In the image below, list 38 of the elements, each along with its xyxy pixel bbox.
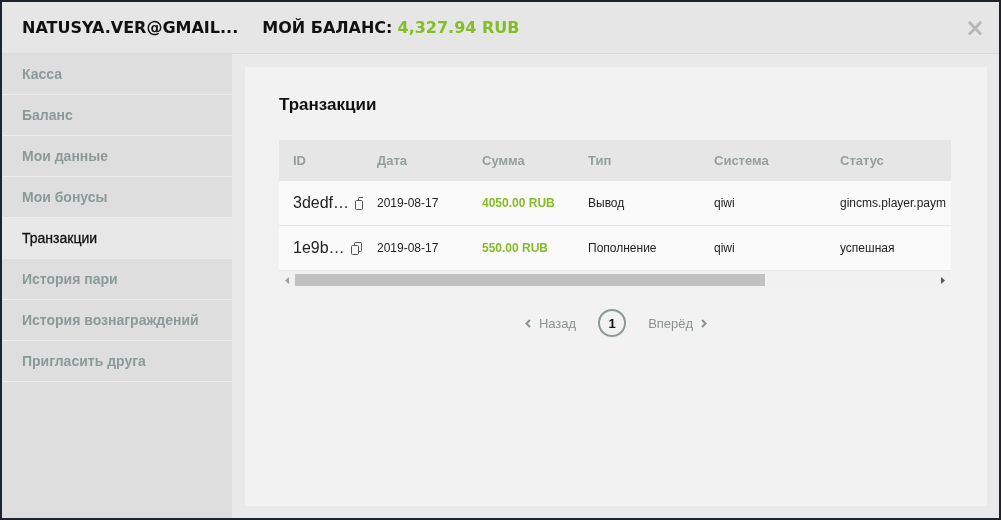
copy-icon[interactable]	[355, 196, 363, 210]
table-cell: 2019-08-17	[363, 181, 468, 226]
page-button[interactable]: 1	[598, 309, 627, 337]
table-cell: qiwi	[700, 225, 826, 271]
sidebar-item[interactable]: Транзакции	[2, 218, 232, 259]
scroll-right-icon[interactable]	[941, 276, 945, 284]
column-header: ID	[279, 140, 363, 181]
table-cell: 1e9b…	[293, 239, 345, 257]
table-cell: 550.00 RUB	[468, 225, 574, 271]
table-cell: 3dedf…	[293, 194, 350, 212]
table-cell: Пополнение	[574, 225, 700, 271]
table-cell: успешная	[826, 225, 951, 271]
sidebar-item[interactable]: Пригласить друга	[2, 341, 232, 382]
column-header: Статус	[826, 140, 951, 181]
user-email: NATUSYA.VER@GMAIL...	[22, 18, 239, 37]
sidebar-item[interactable]: История вознаграждений	[2, 300, 232, 341]
balance-amount: 4,327.94 RUB	[397, 18, 520, 37]
balance-label: МОЙ БАЛАНС:	[262, 18, 393, 37]
table-cell: Вывод	[574, 181, 700, 226]
page-title: Транзакции	[279, 95, 378, 115]
chevron-left-icon	[524, 318, 531, 328]
table-cell: gincms.player.paym	[826, 181, 951, 226]
previous-link[interactable]: Назад	[524, 315, 577, 331]
sidebar-item[interactable]: Касса	[2, 54, 232, 95]
close-button[interactable]: ×	[960, 13, 989, 42]
table-cell: 2019-08-17	[363, 225, 468, 271]
column-header: Тип	[574, 140, 700, 181]
column-header: Система	[700, 140, 826, 181]
sidebar-item[interactable]: История пари	[2, 259, 232, 300]
column-header: Сумма	[468, 140, 574, 181]
sidebar-item[interactable]: Мои данные	[2, 136, 232, 177]
next-link[interactable]: Вперёд	[648, 315, 708, 331]
copy-icon[interactable]	[350, 241, 362, 255]
column-header: Дата	[363, 140, 468, 181]
table-cell: qiwi	[700, 181, 826, 226]
chevron-right-icon	[701, 318, 708, 328]
table-cell: 4050.00 RUB	[468, 181, 574, 226]
sidebar-item[interactable]: Баланс	[2, 95, 232, 136]
